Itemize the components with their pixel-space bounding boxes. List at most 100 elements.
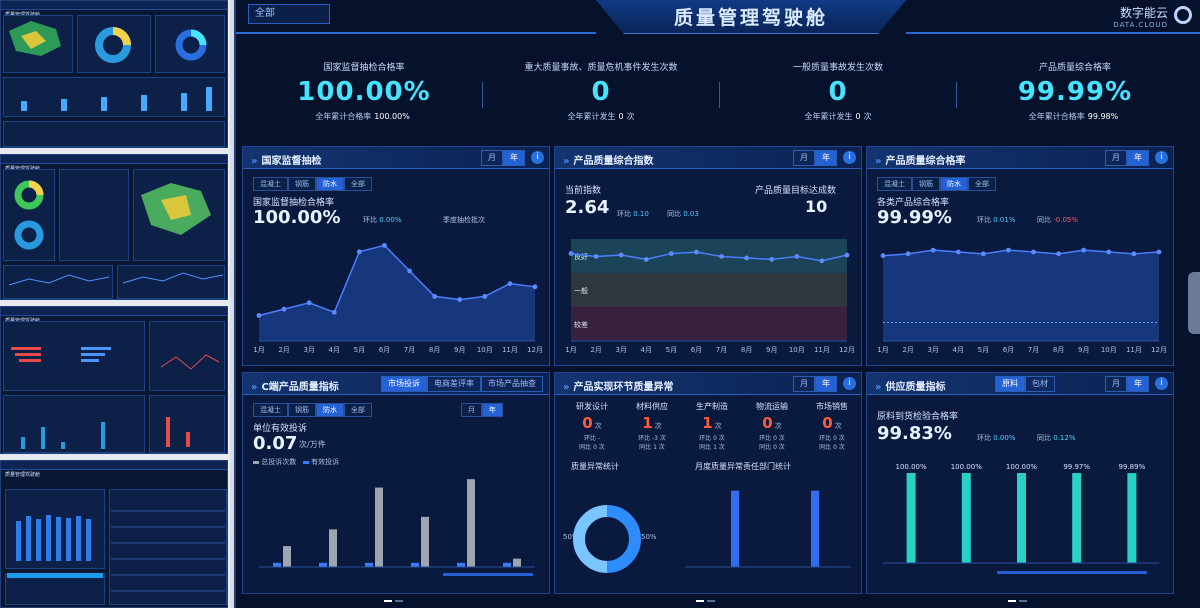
yoy-value: 0.12% [1053, 434, 1076, 442]
side-drawer-handle[interactable] [1188, 272, 1200, 334]
tab-waterproof[interactable]: 防水 [940, 177, 968, 191]
info-icon[interactable]: i [1155, 151, 1168, 164]
pager-dot[interactable] [384, 600, 392, 602]
tab-all[interactable]: 全部 [968, 177, 996, 191]
period-month[interactable]: 月 [1105, 150, 1127, 166]
metric-ring: 环比 0.00% [363, 215, 401, 225]
pager-dot[interactable] [1019, 600, 1027, 602]
period-year[interactable]: 年 [503, 150, 525, 166]
tab-concrete[interactable]: 混凝土 [877, 177, 912, 191]
tab-waterproof[interactable]: 防水 [316, 177, 344, 191]
pager-dot[interactable] [707, 600, 715, 602]
scroll-bar [443, 573, 533, 576]
info-icon[interactable]: i [531, 151, 544, 164]
period-year[interactable]: 年 [1127, 150, 1149, 166]
kpi-national-pass-rate[interactable]: 国家监督抽检合格率 100.00% 全年累计合格率 100.00% [246, 52, 482, 132]
tab-waterproof[interactable]: 防水 [316, 403, 344, 417]
stage-stat[interactable]: 材料供应 1 次环比 -3 次同比 1 次 [623, 401, 681, 451]
data-point [482, 293, 488, 299]
metric-value: 99.83% [877, 423, 952, 444]
pager [384, 359, 408, 374]
kpi-general-incidents[interactable]: 一般质量事故发生次数 0 全年累计发生 0 次 [720, 52, 956, 132]
period-year[interactable]: 年 [815, 150, 837, 166]
stage-value: 1次 [702, 414, 722, 432]
period-year[interactable]: 年 [1127, 376, 1149, 392]
panel-title: 国家监督抽检 [251, 152, 321, 167]
tab-rebar[interactable]: 钢筋 [288, 403, 316, 417]
panel-quality-index: 产品质量综合指数 月 年 i 当前指数 2.64 环比 0.10 同比 0.03… [554, 146, 862, 366]
title-banner: 质量管理驾驶舱 [596, 0, 906, 34]
stage-yoy: 同比 0 次 [819, 444, 845, 451]
legend-valid: 有效投诉 [311, 458, 340, 466]
tab-ecommerce-bad-rate[interactable]: 电商差评率 [427, 376, 481, 392]
dashboard: 全部 质量管理驾驶舱 数字能云 DATA.CLOUD 国家监督抽检合格率 100… [234, 0, 1200, 608]
period-year[interactable]: 年 [482, 403, 503, 417]
thumbnail-1[interactable]: 质量管理驾驶舱 [0, 0, 228, 148]
data-point [643, 257, 649, 262]
period-year[interactable]: 年 [815, 376, 837, 392]
thumbnail-3[interactable]: 质量管理驾驶舱 [0, 306, 228, 454]
kpi-composite-pass-rate[interactable]: 产品质量综合格率 99.99% 全年累计合格率 99.98% [957, 52, 1193, 132]
tab-all[interactable]: 全部 [344, 403, 372, 417]
tab-rebar[interactable]: 钢筋 [288, 177, 316, 191]
ring-value: 0.00% [993, 434, 1016, 442]
bar-总投诉次数 [467, 479, 475, 567]
period-month[interactable]: 月 [793, 376, 815, 392]
anomaly-charts [573, 490, 851, 573]
kpi-major-incidents[interactable]: 重大质量事故、质量危机事件发生次数 0 全年累计发生 0 次 [483, 52, 719, 132]
tab-rebar[interactable]: 钢筋 [912, 177, 940, 191]
period-month[interactable]: 月 [481, 150, 503, 166]
pager-dot[interactable] [395, 600, 403, 602]
pager [1008, 359, 1032, 374]
panel-national-inspection: 国家监督抽检 月 年 i 混凝土 钢筋 防水 全部 国家监督抽检合格率 100.… [242, 146, 550, 374]
stage-stat[interactable]: 研发设计 0 次环比 - 同比 0 次 [563, 401, 621, 451]
band-1 [571, 273, 847, 307]
panel-consumer-quality: C端产品质量指标 市场投诉 电商差评率 市场产品抽查 混凝土 钢筋 防水 全部 … [242, 372, 550, 602]
composite-area-chart: 1月 2月 3月 4月 5月 6月 7月 8月 9月 10月 11月 12月 [877, 247, 1167, 354]
period-month[interactable]: 月 [1105, 376, 1127, 392]
stage-unit: 次 [654, 422, 662, 430]
period-month[interactable]: 月 [793, 150, 815, 166]
bar-有效投诉 [273, 562, 281, 567]
tab-packaging[interactable]: 包材 [1025, 376, 1055, 392]
category-tabs: 混凝土 钢筋 防水 全部 [253, 403, 372, 417]
stage-unit: 次 [714, 422, 722, 430]
data-point [905, 251, 911, 257]
info-icon[interactable]: i [843, 151, 856, 164]
info-icon[interactable]: i [1155, 377, 1168, 390]
tab-concrete[interactable]: 混凝土 [253, 403, 288, 417]
yoy-value: 0.03 [683, 210, 699, 218]
data-point [769, 257, 775, 262]
kpi-sub-value: 0 [855, 112, 861, 121]
scope-select[interactable]: 全部 [248, 4, 330, 24]
stage-stat[interactable]: 生产制造 1 次环比 0 次同比 1 次 [683, 401, 741, 451]
pager-dot[interactable] [1008, 600, 1016, 602]
tab-market-sampling[interactable]: 市场产品抽查 [481, 376, 543, 392]
pager-dot[interactable] [696, 600, 704, 602]
period-month[interactable]: 月 [461, 403, 482, 417]
data-point [744, 255, 750, 261]
stage-yoy: 同比 1 次 [639, 444, 665, 451]
bar-总投诉次数 [513, 558, 521, 567]
x-tick-label: 7月 [404, 346, 415, 354]
metric-ring: 环比 0.01% [977, 215, 1015, 225]
data-point [719, 254, 724, 259]
thumbnail-2[interactable]: 质量管理驾驶舱 [0, 154, 228, 300]
info-icon[interactable]: i [843, 377, 856, 390]
stage-value: 0次 [582, 414, 602, 432]
kpi-value: 100.00% [297, 77, 431, 107]
kpi-sub-label: 全年累计合格率 [315, 112, 372, 121]
tab-concrete[interactable]: 混凝土 [253, 177, 288, 191]
bar-总投诉次数 [375, 487, 383, 567]
x-tick-label: 5月 [354, 346, 365, 354]
ring-label: 环比 [977, 434, 991, 442]
tab-raw-material[interactable]: 原料 [995, 376, 1025, 392]
stage-stat[interactable]: 市场销售 0 次环比 0 次同比 0 次 [803, 401, 861, 451]
stage-stat[interactable]: 物流运输 0 次环比 0 次同比 0 次 [743, 401, 801, 451]
thumbnail-4[interactable]: 质量管理驾驶舱 [0, 460, 228, 608]
kpi-value: 0 [828, 77, 848, 107]
x-tick-label: 3月 [303, 346, 314, 354]
tab-complaints[interactable]: 市场投诉 [381, 376, 427, 392]
metric-value: 0.07 [253, 433, 298, 454]
tab-all[interactable]: 全部 [344, 177, 372, 191]
